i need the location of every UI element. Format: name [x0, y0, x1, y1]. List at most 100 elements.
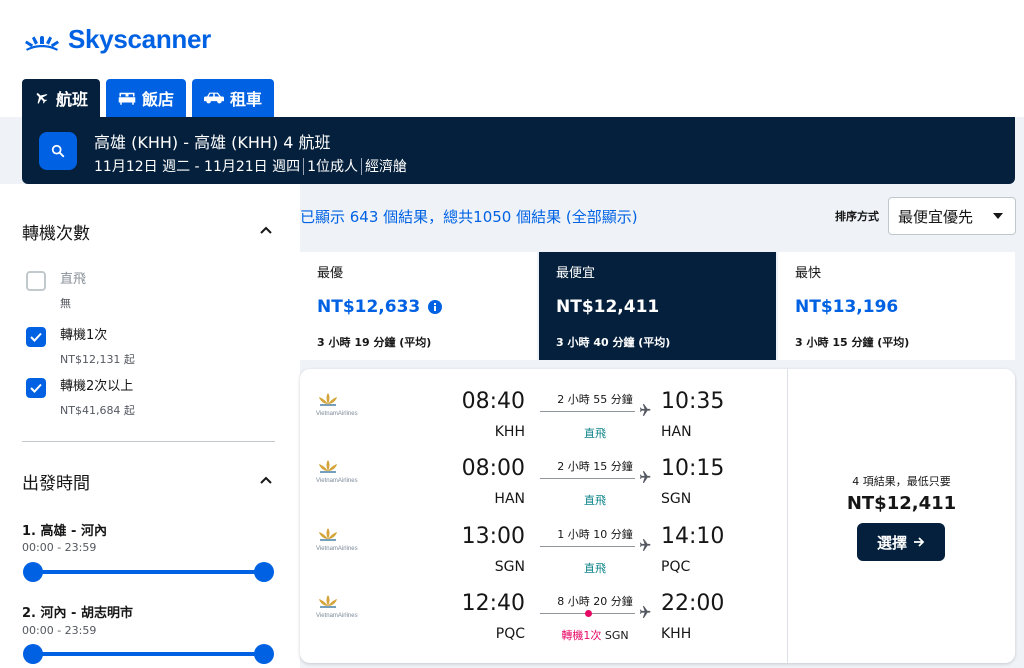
- flight-leg: VietnamAirlines 08:00 HAN 2 小時 15 分鐘 直飛 …: [300, 436, 787, 507]
- flight-duration: 8 小時 20 分鐘: [557, 595, 633, 608]
- sort-tab-duration: 3 小時 19 分鐘 (平均): [317, 336, 432, 349]
- header: Skyscanner 航班 飯店 租車: [0, 0, 1024, 117]
- checkmark-icon: [30, 332, 42, 342]
- departure-time: 12:40: [461, 591, 525, 616]
- search-details: 11月12日 週二 - 11月21日 週四 1位成人 經濟艙: [94, 156, 407, 176]
- departure-time-filter-title: 出發時間: [22, 474, 90, 494]
- price-value: NT$12,633: [317, 297, 421, 317]
- airline-name: VietnamAirlines: [316, 546, 358, 552]
- airline-logo: VietnamAirlines: [316, 593, 386, 619]
- divider: [361, 157, 363, 175]
- stops-option-two-plus[interactable]: 轉機2次以上 NT$41,684 起: [26, 378, 135, 418]
- travellers: 1位成人: [307, 159, 359, 175]
- leg-time-title: 1. 高雄 - 河內: [22, 524, 107, 539]
- time-range-slider[interactable]: [23, 562, 274, 582]
- sort-dropdown[interactable]: 最便宜優先: [888, 197, 1016, 235]
- car-icon: [204, 92, 225, 104]
- tab-car-hire[interactable]: 租車: [192, 79, 275, 117]
- select-label: 選擇: [876, 533, 907, 552]
- chevron-up-icon[interactable]: [259, 225, 273, 235]
- stops-option-direct[interactable]: 直飛 無: [26, 271, 86, 311]
- option-price: NT$41,684 起: [60, 404, 135, 417]
- stop-airport: SGN: [604, 629, 629, 642]
- checkbox-unchecked[interactable]: [26, 271, 46, 291]
- filter-divider: [22, 441, 275, 442]
- tab-flights[interactable]: 航班: [22, 79, 101, 117]
- route-title: 高雄 (KHH) - 高雄 (KHH) 4 航班: [94, 133, 331, 152]
- sort-tab-cheapest[interactable]: 最便宜 NT$12,411 3 小時 40 分鐘 (平均): [539, 252, 776, 360]
- select-button[interactable]: 選擇: [857, 523, 945, 561]
- arrival-airport: KHH: [661, 626, 692, 642]
- checkbox-checked[interactable]: [26, 327, 46, 347]
- departure-time: 08:00: [461, 456, 525, 481]
- airline-logo: VietnamAirlines: [316, 458, 386, 484]
- search-summary-bar[interactable]: 高雄 (KHH) - 高雄 (KHH) 4 航班 11月12日 週二 - 11月…: [22, 117, 1015, 184]
- route-line: [540, 411, 635, 412]
- plane-icon: [639, 404, 651, 416]
- arrow-right-icon: [914, 537, 925, 547]
- skyscanner-logo[interactable]: Skyscanner: [22, 24, 211, 55]
- flight-duration: 2 小時 55 分鐘: [557, 393, 633, 406]
- leg-time-title: 2. 河內 - 胡志明市: [22, 606, 133, 621]
- slider-handle-start[interactable]: [23, 644, 43, 664]
- sort-tab-price: NT$12,411: [556, 297, 660, 317]
- arrival-time: 10:15: [661, 456, 725, 481]
- checkbox-checked[interactable]: [26, 378, 46, 398]
- product-tabs: 航班 飯店 租車: [22, 79, 275, 117]
- deals-count: 4 項結果，最低只要: [852, 475, 951, 488]
- sort-tab-label: 最優: [317, 266, 344, 281]
- sort-tab-best[interactable]: 最優 NT$12,633 3 小時 19 分鐘 (平均): [300, 252, 537, 360]
- sun-logo-icon: [25, 35, 59, 51]
- travel-dates: 11月12日 週二 - 11月21日 週四: [94, 159, 301, 175]
- cabin-class: 經濟艙: [365, 159, 408, 175]
- itinerary-price: NT$12,411: [846, 493, 957, 514]
- time-range-slider[interactable]: [23, 644, 274, 664]
- checkmark-icon: [30, 383, 42, 393]
- search-button[interactable]: [39, 132, 77, 170]
- sort-tab-label: 最便宜: [556, 266, 596, 281]
- itinerary-card[interactable]: VietnamAirlines 08:40 KHH 2 小時 55 分鐘 直飛 …: [300, 369, 1015, 663]
- plane-icon: [639, 471, 651, 483]
- divider: [303, 157, 305, 175]
- slider-handle-end[interactable]: [254, 644, 274, 664]
- plane-icon: [36, 93, 48, 104]
- airline-logo: VietnamAirlines: [316, 526, 386, 552]
- flight-leg: VietnamAirlines 12:40 PQC 8 小時 20 分鐘 轉機1…: [300, 571, 787, 642]
- flight-duration: 2 小時 15 分鐘: [557, 460, 633, 473]
- bed-icon: [118, 92, 136, 105]
- slider-handle-start[interactable]: [23, 562, 43, 582]
- sort-tab-duration: 3 小時 40 分鐘 (平均): [556, 336, 671, 349]
- option-label: 轉機2次以上: [60, 379, 134, 394]
- sort-tab-duration: 3 小時 15 分鐘 (平均): [795, 336, 910, 349]
- price-panel: 4 項結果，最低只要 NT$12,411 選擇: [788, 369, 1015, 663]
- info-icon[interactable]: [428, 300, 443, 314]
- lotus-logo-icon: [319, 528, 337, 541]
- route-line: [540, 478, 635, 479]
- stops-option-one-stop[interactable]: 轉機1次 NT$12,131 起: [26, 327, 135, 367]
- sort-tab-fastest[interactable]: 最快 NT$13,196 3 小時 15 分鐘 (平均): [778, 252, 1015, 360]
- caret-down-icon: [993, 213, 1003, 219]
- leg-time-range: 00:00 - 23:59: [22, 624, 97, 637]
- sort-value: 最便宜優先: [898, 207, 974, 226]
- tab-label: 飯店: [142, 90, 175, 109]
- departure-airport: PQC: [495, 626, 525, 642]
- airline-logo: VietnamAirlines: [316, 391, 386, 417]
- stops-filter-title: 轉機次數: [22, 224, 90, 244]
- option-price: NT$12,131 起: [60, 353, 135, 366]
- arrival-time: 10:35: [661, 389, 725, 414]
- logo-wordmark: Skyscanner: [68, 24, 211, 54]
- route-line: [540, 546, 635, 547]
- filters-sidebar: 轉機次數 直飛 無 轉機1次 NT$12,131 起 轉機2次以上 NT$41,…: [0, 184, 300, 668]
- tab-hotels[interactable]: 飯店: [106, 79, 187, 117]
- chevron-up-icon[interactable]: [259, 475, 273, 485]
- airline-name: VietnamAirlines: [316, 411, 358, 417]
- arrival-time: 14:10: [661, 524, 725, 549]
- plane-icon: [639, 606, 651, 618]
- results-summary-link[interactable]: 已顯示 643 個結果，總共1050 個結果 (全部顯示): [300, 206, 638, 227]
- departure-time: 13:00: [461, 524, 525, 549]
- slider-handle-end[interactable]: [254, 562, 274, 582]
- lotus-logo-icon: [319, 595, 337, 608]
- option-label: 直飛: [60, 272, 87, 287]
- sort-tab-label: 最快: [795, 266, 822, 281]
- plane-icon: [639, 539, 651, 551]
